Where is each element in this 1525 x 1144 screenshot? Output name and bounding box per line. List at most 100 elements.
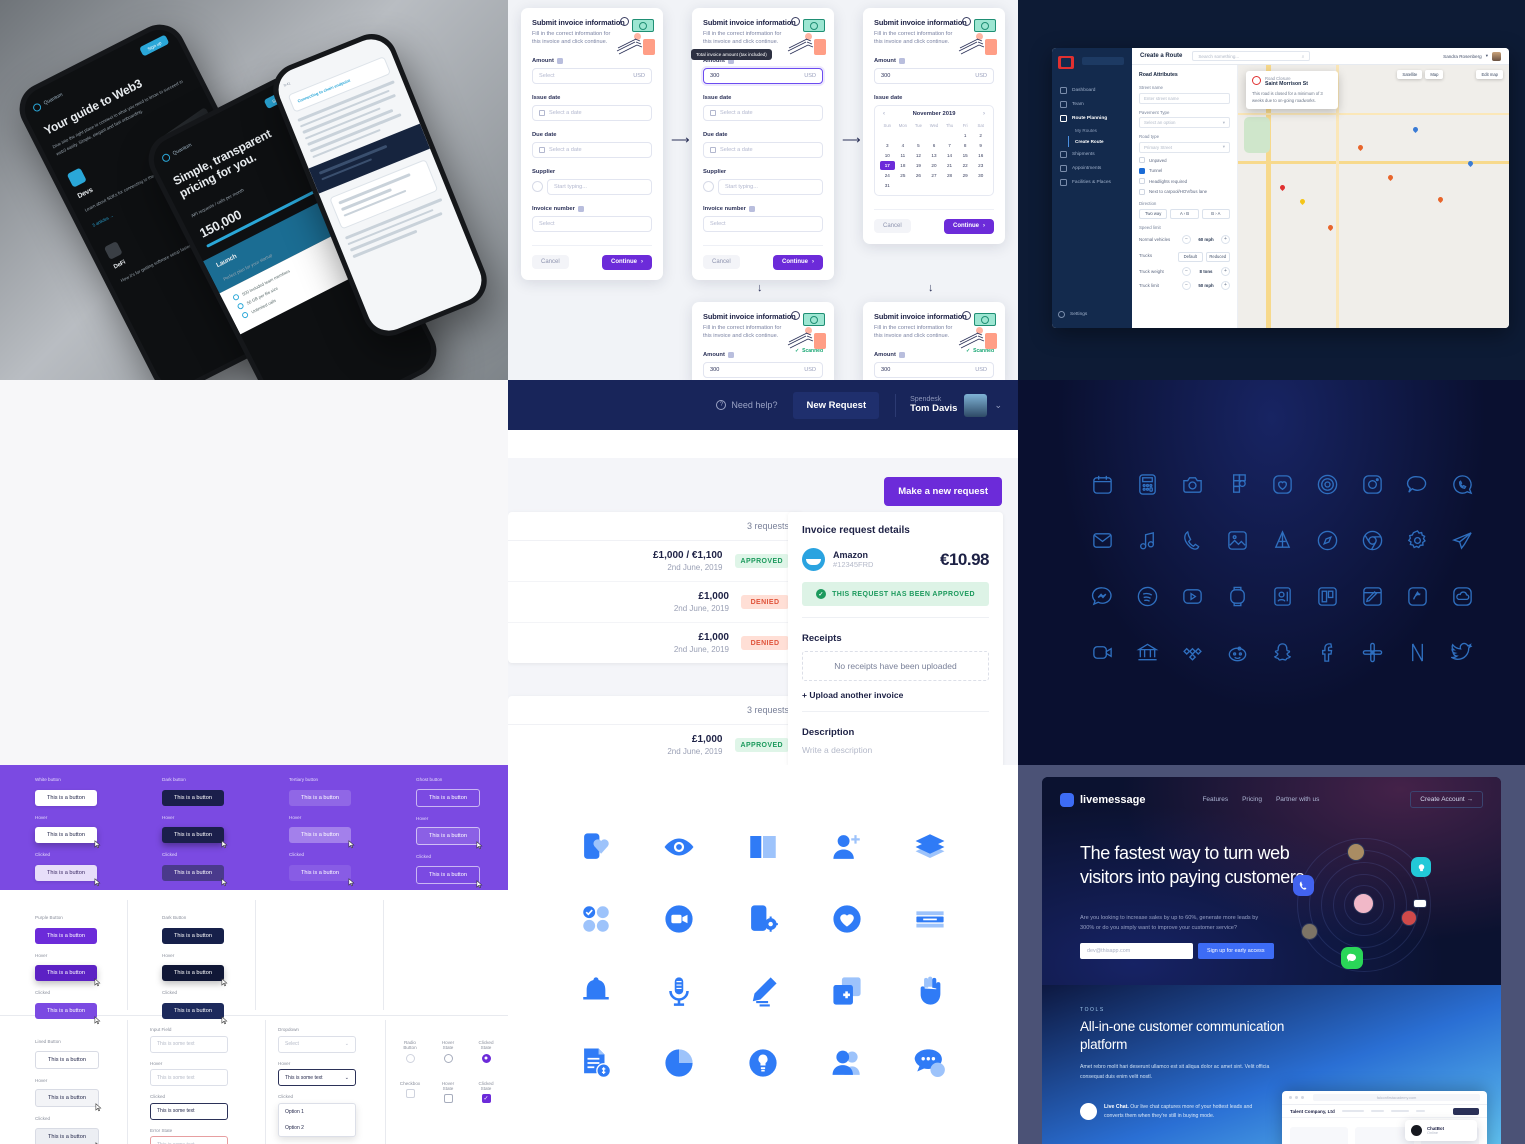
dropdown-options[interactable]: Option 1 Option 2 [278,1102,356,1137]
direction-a-b[interactable]: A › B [1170,208,1199,219]
calendar-day[interactable]: 29 [958,171,973,180]
table-row[interactable]: £1,000 2nd June, 2019 APPROVED [508,725,803,765]
checkbox-headlights[interactable]: Headlights required [1139,178,1230,184]
calendar-day[interactable]: 7 [942,141,957,150]
sidebar-item-facilities[interactable]: Facilities & Places [1058,175,1126,189]
edit-map-button[interactable]: Edit map [1476,70,1503,79]
tertiary-button-hover[interactable]: This is a button [289,827,355,849]
calendar-day[interactable]: 4 [896,141,911,150]
dropdown-select-hover[interactable]: This is some text ⌄ [278,1069,356,1086]
lined-button-hover[interactable]: This is a button [35,1089,102,1112]
calendar-day[interactable]: 22 [958,161,973,170]
lined-button[interactable]: This is a button [35,1050,99,1069]
darknav-button-hover[interactable]: This is a button [162,965,228,987]
ghost-button[interactable]: This is a button [416,788,480,807]
create-account-button[interactable]: Create Account → [1410,791,1483,808]
truck-limit-stepper[interactable]: − 50 mph + [1182,280,1230,290]
calendar-day[interactable]: 10 [880,151,895,160]
checkbox-checked[interactable] [481,1094,491,1103]
calendar-day[interactable]: 5 [911,141,926,150]
make-new-request-button[interactable]: Make a new request [884,477,1002,506]
sidebar-item-team[interactable]: Team [1058,97,1126,111]
calendar-day[interactable]: 20 [927,161,942,170]
option-item[interactable]: Option 2 [279,1120,355,1136]
description-input[interactable]: Write a description [802,745,989,755]
map-controls[interactable]: Satellite Map Edit map [1397,70,1503,79]
sidebar-subitem-my-routes[interactable]: My Routes [1058,125,1126,136]
tertiary-button[interactable]: This is a button [289,789,351,806]
calendar-day[interactable]: 2 [973,131,988,140]
calendar-day[interactable]: 26 [911,171,926,180]
street-name-input[interactable]: Enter street name [1139,92,1230,104]
signup-button[interactable]: Sign up for early access [1198,943,1274,959]
calendar-day[interactable]: 16 [973,151,988,160]
calendar-day[interactable]: 3 [880,141,895,150]
dark-button-hover[interactable]: This is a button [162,827,228,849]
sidebar-item-route-planning[interactable]: Route Planning [1058,111,1126,125]
input-field-hover[interactable]: This is some text [150,1069,228,1086]
new-request-button[interactable]: New Request [793,391,880,419]
map-canvas[interactable]: Satellite Map Edit map Road Closure Sain… [1238,65,1509,328]
map-pin[interactable] [1411,125,1420,134]
user-menu[interactable]: Spendesk Tom Davis ⌄ [895,393,1002,417]
receipts-dropzone[interactable]: No receipts have been uploaded [802,651,989,681]
calendar-day[interactable]: 28 [942,171,957,180]
continue-button[interactable]: Continue › [773,254,823,270]
calendar-day[interactable]: 17 [880,160,895,170]
lined-button-clicked[interactable]: This is a button [35,1127,99,1144]
calendar-day[interactable]: 27 [927,171,942,180]
calendar-day[interactable]: 19 [911,161,926,170]
phone1-cta[interactable]: Sign up [139,34,170,57]
normal-vehicles-stepper[interactable]: − 60 mph + [1182,234,1230,244]
user-menu[interactable]: Sandra Rosenberg ▾ [1443,51,1501,61]
input-field-focused[interactable]: This is some text [150,1102,228,1120]
decrement-button[interactable]: − [1182,234,1191,244]
invoice-number-input[interactable]: Select [703,215,823,232]
tertiary-button-clicked[interactable]: This is a button [289,864,355,886]
due-date-input[interactable]: Select a date [703,141,823,158]
darknav-button-clicked[interactable]: This is a button [162,1002,228,1024]
map-pin[interactable] [1356,143,1365,152]
due-date-input[interactable]: Select a date [532,141,652,158]
amount-input[interactable]: Select USD [532,67,652,84]
cancel-button[interactable]: Cancel [703,255,740,270]
input-field[interactable]: This is some text [150,1035,228,1053]
purple-button-hover[interactable]: This is a button [35,965,101,987]
cancel-button[interactable]: Cancel [874,219,911,234]
invoice-number-input[interactable]: Select [532,215,652,232]
calendar-day[interactable]: 18 [896,161,911,170]
browser-url[interactable]: falconfirstacademy.com [1313,1094,1480,1101]
checkbox[interactable] [405,1089,415,1098]
supplier-input[interactable]: Start typing... [547,178,652,195]
map-pin[interactable] [1386,173,1395,182]
checkbox-tunnel[interactable]: Tunnel [1139,167,1230,174]
radio-button-hover[interactable] [443,1053,453,1063]
dark-button-clicked[interactable]: This is a button [162,864,228,886]
calendar-day[interactable]: 8 [958,141,973,150]
supplier-input[interactable]: Start typing... [718,178,823,195]
white-button-clicked[interactable]: This is a button [35,864,101,886]
amount-input[interactable]: 300 USD [874,67,994,84]
prev-month-icon[interactable]: ‹ [883,111,885,117]
purple-button[interactable]: This is a button [35,927,97,944]
next-month-icon[interactable]: › [983,111,985,117]
nav-link-pricing[interactable]: Pricing [1242,796,1262,803]
brand-logo[interactable]: livemessage [1060,792,1145,807]
truck-weight-stepper[interactable]: − 8 tons + [1182,266,1230,276]
continue-button[interactable]: Continue › [944,218,994,234]
increment-button[interactable]: + [1221,234,1230,244]
calendar-day[interactable]: 6 [927,141,942,150]
dark-button[interactable]: This is a button [162,789,224,806]
calendar-day[interactable]: 25 [896,171,911,180]
map-pin[interactable] [1436,195,1445,204]
calendar-grid[interactable]: Sun Mon Tue Wed Thu Fri Sat 1 2 3 4 5 6 7 8 9 10 11 12 13 14… [880,121,988,190]
calendar-day[interactable]: 24 [880,171,895,180]
calendar-day[interactable]: 13 [927,151,942,160]
map-toggle-satellite[interactable]: Satellite [1397,70,1423,79]
calendar-day[interactable]: 12 [911,151,926,160]
calendar-day[interactable]: 30 [973,171,988,180]
direction-b-a[interactable]: B › A [1201,208,1230,219]
sidebar-item-appointments[interactable]: Appointments [1058,161,1126,175]
need-help-link[interactable]: ? Need help? [716,400,777,410]
direction-segmented[interactable]: Two way A › B B › A [1139,208,1230,219]
